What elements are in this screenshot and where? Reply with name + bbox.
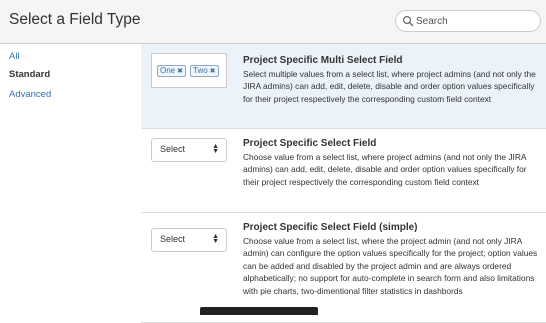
chip: One ✖ (157, 65, 186, 77)
chip: Two ✖ (190, 65, 219, 77)
sidebar-item-all[interactable]: All (9, 51, 20, 62)
search-icon (402, 15, 414, 27)
category-sidebar: All Standard Advanced (0, 44, 140, 315)
option-title: Project Specific Select Field (simple) (243, 222, 418, 233)
up-down-arrows-icon: ▲ ▼ (212, 233, 219, 245)
chip-label: One (160, 66, 176, 75)
select-preview: Select ▲ ▼ (151, 228, 227, 252)
chip-remove-icon: ✖ (177, 68, 183, 75)
field-type-option[interactable]: Select ▲ ▼ Project Specific Select Field … (141, 129, 546, 213)
option-description: Select multiple values from a select lis… (243, 69, 536, 104)
dialog-header: Select a Field Type (0, 0, 546, 44)
chip-label: Two (193, 66, 208, 75)
search-input[interactable] (416, 13, 534, 29)
dialog-title: Select a Field Type (9, 11, 141, 28)
option-description: Choose value from a select list, where p… (243, 152, 527, 187)
tooltip (200, 307, 318, 315)
chip-remove-icon: ✖ (209, 68, 216, 75)
field-type-list: One ✖ Two ✖ Project Specific Multi Select … (141, 44, 546, 323)
select-label: Select (160, 144, 186, 154)
multiselect-preview: One ✖ Two ✖ (151, 53, 227, 88)
select-preview: Select ▲ ▼ (151, 138, 227, 162)
option-title: Project Specific Select Field (243, 138, 377, 149)
sidebar-item-advanced[interactable]: Advanced (9, 89, 51, 100)
select-label: Select (160, 234, 186, 244)
sidebar-item-standard[interactable]: Standard (9, 69, 50, 80)
option-description: Choose value from a select list, where t… (243, 236, 538, 296)
option-title: Project Specific Multi Select Field (243, 55, 403, 66)
up-down-arrows-icon: ▲ ▼ (212, 143, 219, 155)
search-box[interactable] (395, 10, 541, 32)
field-type-option[interactable]: One ✖ Two ✖ Project Specific Multi Select … (141, 44, 546, 129)
